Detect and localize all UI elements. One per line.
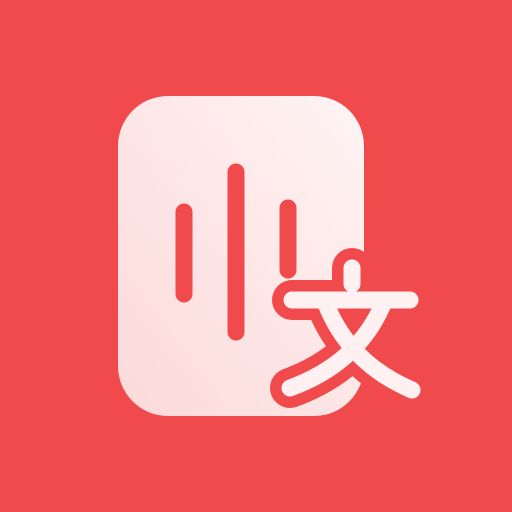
app-icon [0,0,512,512]
app-icon-graphic [0,0,512,512]
